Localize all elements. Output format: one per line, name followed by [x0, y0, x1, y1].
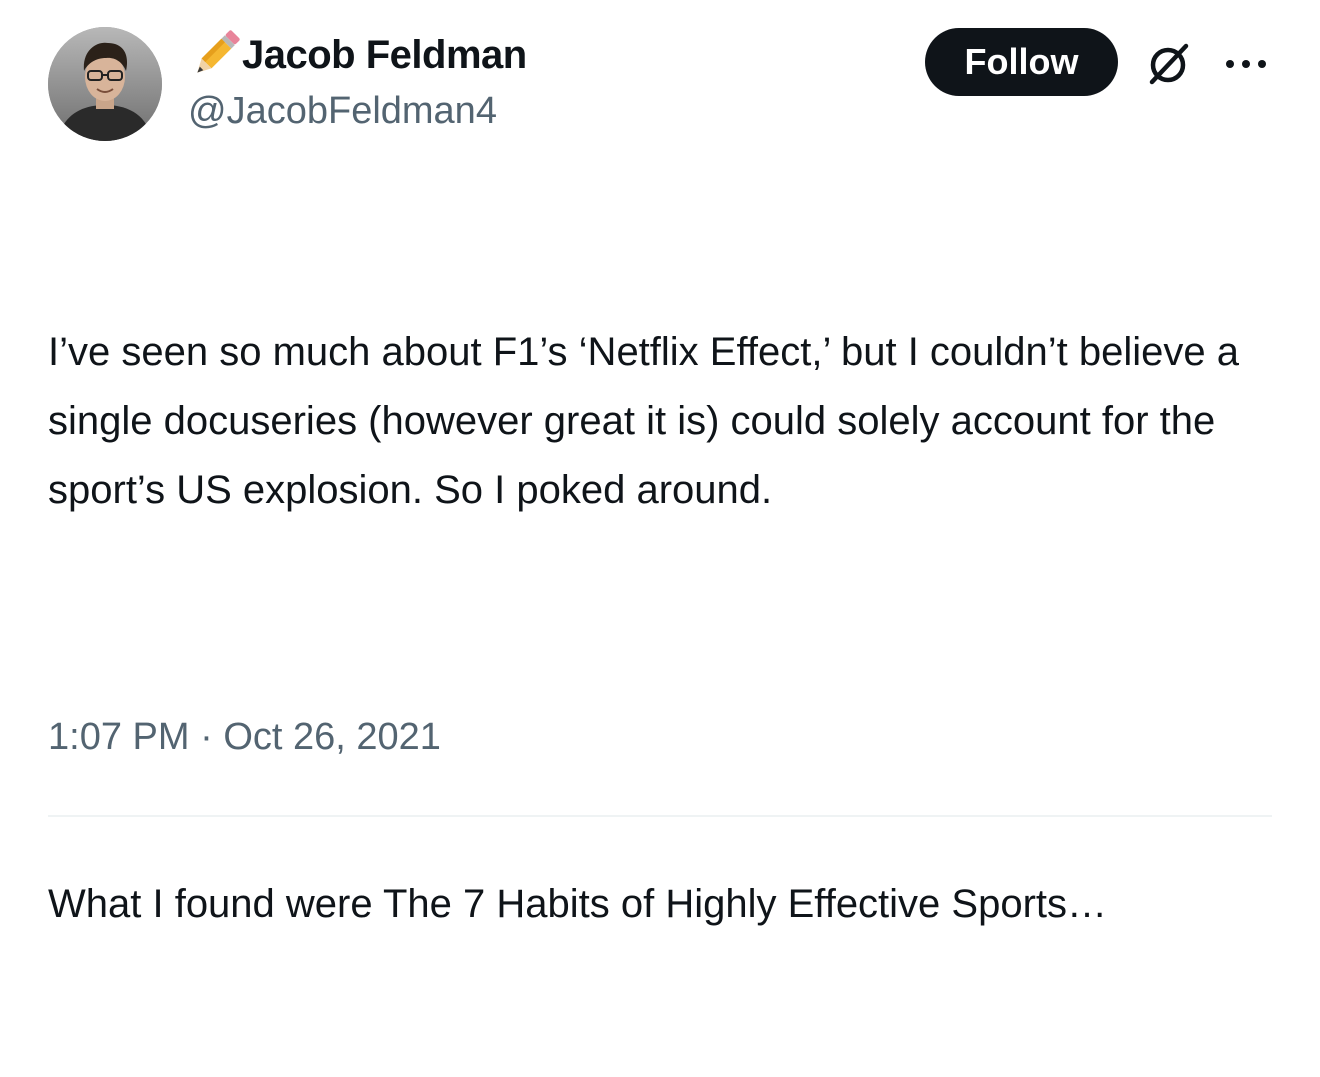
tweet-paragraph: I’ve seen so much about F1’s ‘Netflix Ef…	[48, 330, 1251, 512]
tweet-timestamp[interactable]: 1:07 PM · Oct 26, 2021	[48, 710, 441, 764]
tweet-paragraph: What I found were The 7 Habits of Highly…	[48, 882, 1108, 926]
more-icon[interactable]	[1222, 44, 1270, 84]
author-name-row[interactable]: Jacob Feldman	[188, 28, 527, 82]
grok-icon[interactable]	[1144, 40, 1192, 88]
tweet-card: Jacob Feldman @JacobFeldman4 Follow I’ve…	[0, 0, 1320, 926]
tweet-date[interactable]: Oct 26, 2021	[223, 716, 441, 758]
tweet-time[interactable]: 1:07 PM	[48, 716, 190, 758]
author-handle[interactable]: @JacobFeldman4	[188, 86, 497, 136]
follow-button[interactable]: Follow	[925, 28, 1118, 96]
tweet-text: I’ve seen so much about F1’s ‘Netflix Ef…	[48, 180, 1288, 1077]
divider	[48, 815, 1272, 817]
timestamp-separator: ·	[200, 716, 213, 758]
avatar[interactable]	[48, 27, 162, 141]
pencil-icon	[188, 28, 242, 82]
author-name[interactable]: Jacob Feldman	[242, 28, 527, 82]
